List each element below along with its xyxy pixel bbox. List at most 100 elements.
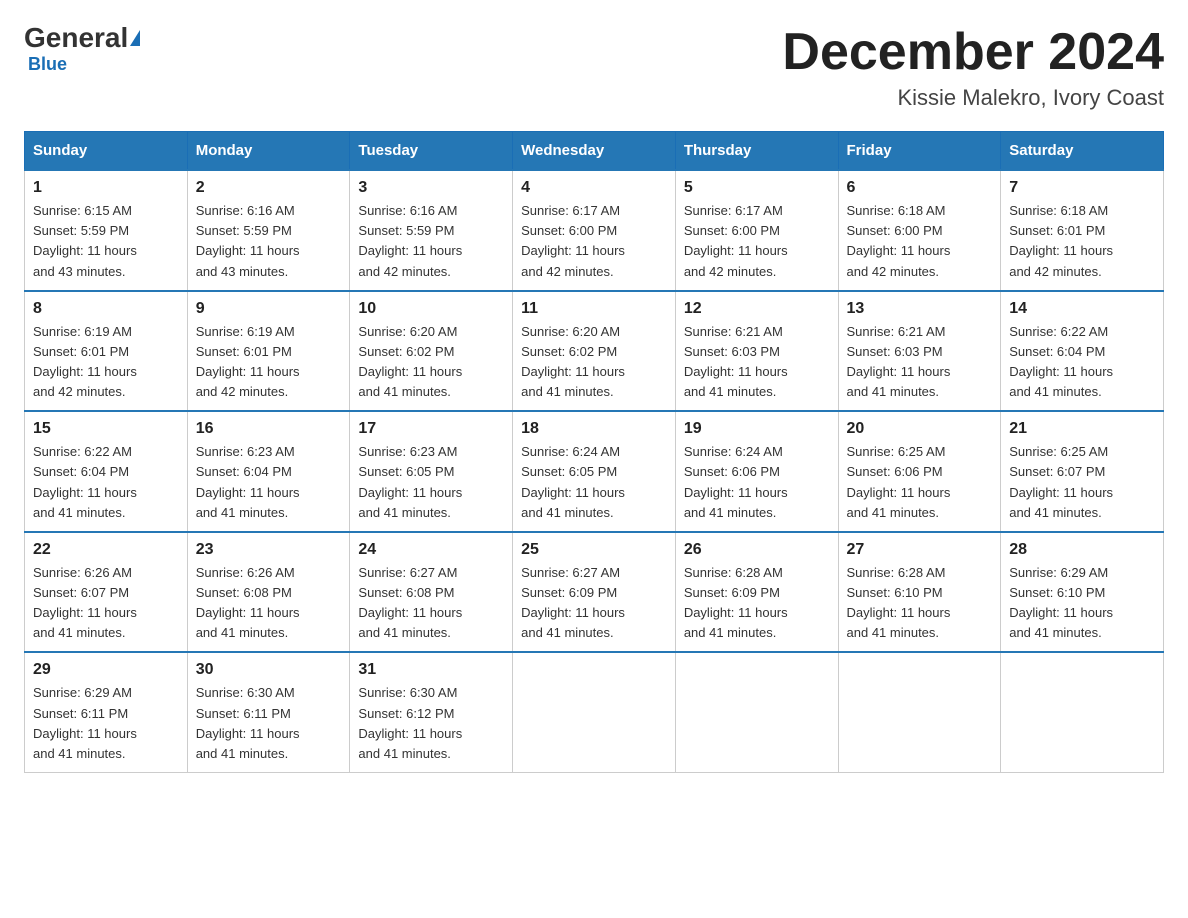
day-number: 10	[358, 300, 504, 318]
calendar-cell: 7Sunrise: 6:18 AMSunset: 6:01 PMDaylight…	[1001, 170, 1164, 291]
day-number: 28	[1009, 541, 1155, 559]
day-number: 29	[33, 661, 179, 679]
day-info: Sunrise: 6:20 AMSunset: 6:02 PMDaylight:…	[358, 322, 504, 403]
day-number: 6	[847, 179, 993, 197]
calendar-week-row: 8 Sunrise: 6:19 AMSunset: 6:01 PMDaylight…	[25, 291, 1164, 412]
calendar-week-row: 29 Sunrise: 6:29 AMSunset: 6:11 PMDayligh…	[25, 652, 1164, 772]
day-number: 5	[684, 179, 830, 197]
calendar-cell: 15 Sunrise: 6:22 AMSunset: 6:04 PMDayligh…	[25, 411, 188, 532]
day-number: 24	[358, 541, 504, 559]
calendar-cell: 4 Sunrise: 6:17 AMSunset: 6:00 PMDaylight…	[513, 170, 676, 291]
calendar-cell: 13 Sunrise: 6:21 AMSunset: 6:03 PMDayligh…	[838, 291, 1001, 412]
calendar-cell	[675, 652, 838, 772]
day-info: Sunrise: 6:18 AMSunset: 6:00 PMDaylight:…	[847, 201, 993, 282]
calendar-cell: 31 Sunrise: 6:30 AMSunset: 6:12 PMDayligh…	[350, 652, 513, 772]
day-info: Sunrise: 6:30 AMSunset: 6:12 PMDaylight:…	[358, 683, 504, 764]
day-info: Sunrise: 6:15 AMSunset: 5:59 PMDaylight:…	[33, 201, 179, 282]
logo-blue-text: Blue	[28, 54, 67, 75]
calendar-cell: 17Sunrise: 6:23 AMSunset: 6:05 PMDayligh…	[350, 411, 513, 532]
day-info: Sunrise: 6:21 AMSunset: 6:03 PMDaylight:…	[847, 322, 993, 403]
day-number: 12	[684, 300, 830, 318]
day-number: 3	[358, 179, 504, 197]
day-info: Sunrise: 6:26 AMSunset: 6:07 PMDaylight:…	[33, 563, 179, 644]
calendar-cell: 30 Sunrise: 6:30 AMSunset: 6:11 PMDayligh…	[187, 652, 350, 772]
day-info: Sunrise: 6:16 AMSunset: 5:59 PMDaylight:…	[358, 201, 504, 282]
day-info: Sunrise: 6:29 AMSunset: 6:11 PMDaylight:…	[33, 683, 179, 764]
day-info: Sunrise: 6:19 AMSunset: 6:01 PMDaylight:…	[33, 322, 179, 403]
day-number: 25	[521, 541, 667, 559]
calendar-cell: 9Sunrise: 6:19 AMSunset: 6:01 PMDaylight…	[187, 291, 350, 412]
calendar-week-row: 1 Sunrise: 6:15 AMSunset: 5:59 PMDaylight…	[25, 170, 1164, 291]
weekday-header-tuesday: Tuesday	[350, 132, 513, 171]
day-number: 11	[521, 300, 667, 318]
calendar-cell	[513, 652, 676, 772]
weekday-header-thursday: Thursday	[675, 132, 838, 171]
day-number: 9	[196, 300, 342, 318]
day-number: 21	[1009, 420, 1155, 438]
calendar-table: SundayMondayTuesdayWednesdayThursdayFrid…	[24, 131, 1164, 773]
day-info: Sunrise: 6:25 AMSunset: 6:06 PMDaylight:…	[847, 442, 993, 523]
day-info: Sunrise: 6:17 AMSunset: 6:00 PMDaylight:…	[684, 201, 830, 282]
page-header: General Blue December 2024 Kissie Malekr…	[24, 24, 1164, 111]
calendar-cell: 11Sunrise: 6:20 AMSunset: 6:02 PMDayligh…	[513, 291, 676, 412]
day-number: 4	[521, 179, 667, 197]
calendar-cell: 29 Sunrise: 6:29 AMSunset: 6:11 PMDayligh…	[25, 652, 188, 772]
day-info: Sunrise: 6:27 AMSunset: 6:09 PMDaylight:…	[521, 563, 667, 644]
day-info: Sunrise: 6:24 AMSunset: 6:06 PMDaylight:…	[684, 442, 830, 523]
day-info: Sunrise: 6:23 AMSunset: 6:04 PMDaylight:…	[196, 442, 342, 523]
day-number: 20	[847, 420, 993, 438]
day-number: 18	[521, 420, 667, 438]
calendar-cell: 28Sunrise: 6:29 AMSunset: 6:10 PMDayligh…	[1001, 532, 1164, 653]
day-info: Sunrise: 6:17 AMSunset: 6:00 PMDaylight:…	[521, 201, 667, 282]
logo-triangle-icon	[130, 30, 140, 46]
day-info: Sunrise: 6:25 AMSunset: 6:07 PMDaylight:…	[1009, 442, 1155, 523]
calendar-cell: 24 Sunrise: 6:27 AMSunset: 6:08 PMDayligh…	[350, 532, 513, 653]
day-info: Sunrise: 6:21 AMSunset: 6:03 PMDaylight:…	[684, 322, 830, 403]
calendar-cell: 1 Sunrise: 6:15 AMSunset: 5:59 PMDaylight…	[25, 170, 188, 291]
location-title: Kissie Malekro, Ivory Coast	[782, 85, 1164, 111]
day-info: Sunrise: 6:30 AMSunset: 6:11 PMDaylight:…	[196, 683, 342, 764]
day-number: 31	[358, 661, 504, 679]
day-number: 19	[684, 420, 830, 438]
day-info: Sunrise: 6:26 AMSunset: 6:08 PMDaylight:…	[196, 563, 342, 644]
day-info: Sunrise: 6:27 AMSunset: 6:08 PMDaylight:…	[358, 563, 504, 644]
day-number: 16	[196, 420, 342, 438]
day-info: Sunrise: 6:23 AMSunset: 6:05 PMDaylight:…	[358, 442, 504, 523]
weekday-header-saturday: Saturday	[1001, 132, 1164, 171]
weekday-header-row: SundayMondayTuesdayWednesdayThursdayFrid…	[25, 132, 1164, 171]
calendar-cell: 26Sunrise: 6:28 AMSunset: 6:09 PMDayligh…	[675, 532, 838, 653]
day-number: 22	[33, 541, 179, 559]
calendar-cell: 16 Sunrise: 6:23 AMSunset: 6:04 PMDayligh…	[187, 411, 350, 532]
calendar-cell: 21 Sunrise: 6:25 AMSunset: 6:07 PMDayligh…	[1001, 411, 1164, 532]
day-info: Sunrise: 6:22 AMSunset: 6:04 PMDaylight:…	[1009, 322, 1155, 403]
day-info: Sunrise: 6:22 AMSunset: 6:04 PMDaylight:…	[33, 442, 179, 523]
title-block: December 2024 Kissie Malekro, Ivory Coas…	[782, 24, 1164, 111]
day-number: 2	[196, 179, 342, 197]
calendar-cell	[1001, 652, 1164, 772]
day-number: 14	[1009, 300, 1155, 318]
logo-general-text: General	[24, 24, 128, 52]
calendar-cell: 6 Sunrise: 6:18 AMSunset: 6:00 PMDaylight…	[838, 170, 1001, 291]
logo: General Blue	[24, 24, 140, 75]
day-info: Sunrise: 6:16 AMSunset: 5:59 PMDaylight:…	[196, 201, 342, 282]
calendar-cell: 2 Sunrise: 6:16 AMSunset: 5:59 PMDaylight…	[187, 170, 350, 291]
day-number: 13	[847, 300, 993, 318]
day-number: 30	[196, 661, 342, 679]
weekday-header-sunday: Sunday	[25, 132, 188, 171]
day-info: Sunrise: 6:28 AMSunset: 6:10 PMDaylight:…	[847, 563, 993, 644]
day-number: 15	[33, 420, 179, 438]
calendar-cell: 19 Sunrise: 6:24 AMSunset: 6:06 PMDayligh…	[675, 411, 838, 532]
weekday-header-monday: Monday	[187, 132, 350, 171]
calendar-cell: 23Sunrise: 6:26 AMSunset: 6:08 PMDayligh…	[187, 532, 350, 653]
day-number: 7	[1009, 179, 1155, 197]
day-info: Sunrise: 6:28 AMSunset: 6:09 PMDaylight:…	[684, 563, 830, 644]
calendar-cell: 8 Sunrise: 6:19 AMSunset: 6:01 PMDaylight…	[25, 291, 188, 412]
weekday-header-friday: Friday	[838, 132, 1001, 171]
calendar-cell: 14 Sunrise: 6:22 AMSunset: 6:04 PMDayligh…	[1001, 291, 1164, 412]
day-number: 27	[847, 541, 993, 559]
day-number: 1	[33, 179, 179, 197]
weekday-header-wednesday: Wednesday	[513, 132, 676, 171]
calendar-cell: 18Sunrise: 6:24 AMSunset: 6:05 PMDayligh…	[513, 411, 676, 532]
day-number: 8	[33, 300, 179, 318]
calendar-cell: 27 Sunrise: 6:28 AMSunset: 6:10 PMDayligh…	[838, 532, 1001, 653]
